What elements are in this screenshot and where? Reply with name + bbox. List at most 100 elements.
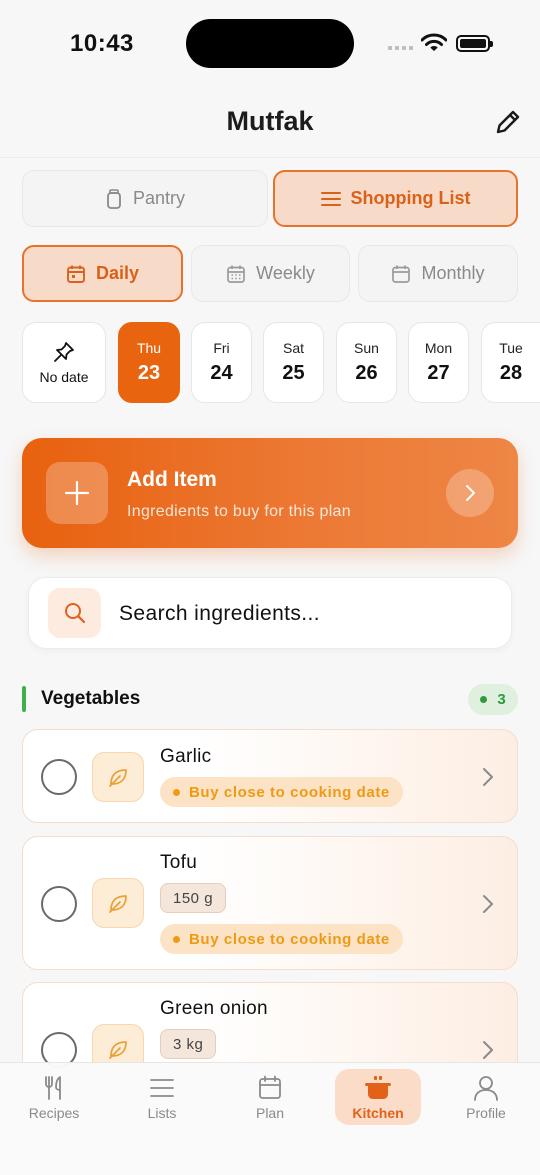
day-fri[interactable]: Fri 24 bbox=[191, 322, 252, 403]
calendar-icon bbox=[259, 1075, 281, 1099]
item-checkbox[interactable] bbox=[41, 886, 77, 922]
tab-shopping-list-label: Shopping List bbox=[350, 188, 471, 208]
pin-icon bbox=[54, 341, 74, 362]
day-name: Thu bbox=[136, 340, 162, 356]
day-sat[interactable]: Sat 25 bbox=[263, 322, 324, 403]
item-category-badge bbox=[92, 752, 144, 802]
day-name: Sat bbox=[282, 340, 304, 356]
page-title: Mutfak bbox=[226, 106, 314, 136]
add-item-card[interactable]: Add Item Ingredients to buy for this pla… bbox=[22, 438, 518, 548]
chevron-right-icon bbox=[466, 485, 475, 501]
day-name: Sun bbox=[354, 340, 379, 356]
search-bar bbox=[28, 577, 512, 650]
day-number: 23 bbox=[137, 362, 161, 384]
tab-shopping-list[interactable]: Shopping List bbox=[273, 170, 518, 227]
list-icon bbox=[150, 1079, 174, 1097]
cellular-signal-icon bbox=[388, 46, 413, 50]
calendar-icon bbox=[67, 265, 85, 283]
day-no-date-label: No date bbox=[39, 368, 89, 385]
dynamic-island bbox=[186, 19, 354, 68]
add-plus-button[interactable] bbox=[46, 462, 108, 524]
tab-weekly[interactable]: Weekly bbox=[191, 245, 350, 302]
leaf-icon bbox=[109, 769, 127, 787]
day-number: 26 bbox=[355, 362, 378, 384]
pencil-icon bbox=[496, 110, 520, 134]
bottom-tab-bar: Recipes Lists Plan Kitchen Profile bbox=[0, 1062, 540, 1175]
day-mon[interactable]: Mon 27 bbox=[408, 322, 469, 403]
pot-icon bbox=[365, 1076, 391, 1099]
add-item-arrow-button[interactable] bbox=[446, 469, 494, 517]
app-header: Mutfak bbox=[0, 90, 540, 158]
tab-lists-label: Lists bbox=[147, 1105, 177, 1121]
person-icon bbox=[474, 1076, 498, 1101]
tab-kitchen-label: Kitchen bbox=[352, 1105, 404, 1121]
item-name: Garlic bbox=[160, 746, 212, 767]
section-accent-bar bbox=[22, 686, 26, 712]
item-category-badge bbox=[92, 878, 144, 928]
section-count: 3 bbox=[497, 691, 506, 708]
list-item[interactable]: Garlic Buy close to cooking date bbox=[22, 729, 518, 823]
tab-pantry[interactable]: Pantry bbox=[22, 170, 268, 227]
leaf-icon bbox=[109, 895, 127, 913]
item-name: Green onion bbox=[160, 998, 268, 1019]
day-number: 27 bbox=[427, 362, 450, 384]
section-title: Vegetables bbox=[41, 688, 141, 709]
edit-button[interactable] bbox=[492, 106, 524, 138]
tab-daily[interactable]: Daily bbox=[22, 245, 183, 302]
fork-knife-icon bbox=[45, 1076, 61, 1100]
tab-recipes[interactable]: Recipes bbox=[11, 1069, 97, 1125]
wifi-icon bbox=[421, 33, 447, 51]
status-time: 10:43 bbox=[70, 30, 134, 57]
tab-profile[interactable]: Profile bbox=[443, 1069, 529, 1125]
chevron-right-icon bbox=[483, 768, 493, 786]
search-icon bbox=[64, 603, 85, 624]
tip-dot bbox=[173, 788, 180, 796]
day-tue[interactable]: Tue 28 bbox=[481, 322, 540, 403]
plus-icon bbox=[64, 480, 90, 506]
status-bar: 10:43 bbox=[0, 0, 540, 90]
day-name: Fri bbox=[213, 340, 230, 356]
add-item-title: Add Item bbox=[127, 468, 217, 491]
tab-lists[interactable]: Lists bbox=[119, 1069, 205, 1125]
tab-kitchen[interactable]: Kitchen bbox=[335, 1069, 421, 1125]
item-name: Tofu bbox=[160, 852, 198, 873]
tab-plan[interactable]: Plan bbox=[227, 1069, 313, 1125]
tab-monthly[interactable]: Monthly bbox=[358, 245, 518, 302]
item-tip-badge: Buy close to cooking date bbox=[160, 777, 403, 807]
section-count-badge: 3 bbox=[468, 684, 518, 715]
tab-recipes-label: Recipes bbox=[28, 1105, 80, 1121]
item-tip-text: Buy close to cooking date bbox=[189, 783, 390, 801]
day-name: Tue bbox=[499, 340, 523, 356]
day-number: 28 bbox=[499, 362, 523, 384]
tab-pantry-label: Pantry bbox=[132, 188, 186, 208]
list-icon bbox=[320, 191, 341, 206]
search-icon-box bbox=[48, 588, 101, 638]
list-item[interactable]: Tofu 150 g Buy close to cooking date bbox=[22, 836, 518, 970]
calendar-grid-icon bbox=[227, 265, 246, 283]
item-tip-text: Buy close to cooking date bbox=[189, 930, 390, 948]
item-checkbox[interactable] bbox=[41, 759, 77, 795]
chevron-right-icon bbox=[483, 1041, 493, 1059]
day-name: Mon bbox=[424, 340, 453, 356]
tip-dot bbox=[173, 935, 180, 943]
day-number: 24 bbox=[210, 362, 233, 384]
leaf-icon bbox=[109, 1041, 127, 1059]
item-quantity-badge: 3 kg bbox=[160, 1029, 217, 1059]
tab-weekly-label: Weekly bbox=[256, 263, 315, 283]
add-item-subtitle: Ingredients to buy for this plan bbox=[127, 503, 351, 520]
battery-icon bbox=[456, 35, 493, 52]
day-thu[interactable]: Thu 23 bbox=[118, 322, 180, 403]
search-input[interactable] bbox=[119, 578, 499, 650]
tab-profile-label: Profile bbox=[466, 1105, 506, 1121]
day-no-date[interactable]: No date bbox=[22, 322, 106, 403]
item-quantity-badge: 150 g bbox=[160, 883, 227, 913]
chevron-right-icon bbox=[483, 895, 493, 913]
calendar-month-icon bbox=[392, 265, 411, 283]
count-dot bbox=[480, 696, 488, 703]
day-number: 25 bbox=[282, 362, 305, 384]
jar-icon bbox=[107, 188, 121, 209]
tab-daily-label: Daily bbox=[95, 263, 140, 283]
tab-plan-label: Plan bbox=[255, 1105, 285, 1121]
tab-monthly-label: Monthly bbox=[421, 263, 485, 283]
day-sun[interactable]: Sun 26 bbox=[336, 322, 397, 403]
